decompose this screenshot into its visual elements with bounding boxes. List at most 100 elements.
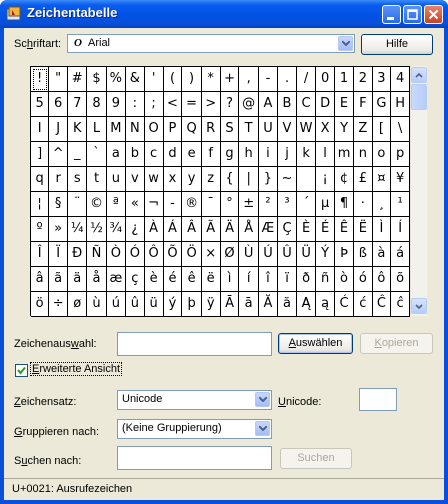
character-cell[interactable]: V xyxy=(277,116,297,142)
character-cell[interactable]: è xyxy=(144,266,164,292)
character-cell[interactable]: R xyxy=(201,116,221,142)
character-cell[interactable]: Ã xyxy=(201,216,221,242)
character-cell[interactable]: ö xyxy=(31,291,50,317)
character-cell[interactable]: À xyxy=(144,216,164,242)
character-cell[interactable]: · xyxy=(353,191,373,217)
group-dropdown-button[interactable] xyxy=(255,421,270,436)
character-cell[interactable]: ï xyxy=(277,266,297,292)
character-cell[interactable]: ô xyxy=(372,266,392,292)
character-cell[interactable]: ¡ xyxy=(315,166,335,192)
character-cell[interactable]: » xyxy=(48,216,69,242)
character-cell[interactable]: Ë xyxy=(353,216,373,242)
character-cell[interactable]: _ xyxy=(67,141,88,167)
advanced-view-checkbox[interactable] xyxy=(15,364,28,377)
character-cell[interactable]: à xyxy=(372,241,392,267)
character-cell[interactable]: } xyxy=(258,166,279,192)
character-cell[interactable]: ³ xyxy=(277,191,297,217)
character-cell[interactable]: r xyxy=(48,166,69,192)
character-cell[interactable]: § xyxy=(48,191,69,217)
character-cell[interactable]: g xyxy=(220,141,240,167)
character-cell[interactable]: × xyxy=(201,241,221,267)
character-cell[interactable]: Ā xyxy=(220,291,240,317)
character-cell[interactable]: ÷ xyxy=(48,291,69,317)
character-cell[interactable]: 6 xyxy=(48,91,69,117)
character-cell[interactable]: , xyxy=(238,67,259,92)
character-cell[interactable]: n xyxy=(353,141,373,167)
character-cell[interactable]: Á xyxy=(163,216,183,242)
character-cell[interactable]: t xyxy=(86,166,107,192)
character-cell[interactable]: î xyxy=(258,266,279,292)
character-cell[interactable]: á xyxy=(390,241,410,267)
character-cell[interactable]: Ñ xyxy=(86,241,107,267)
character-cell[interactable]: ä xyxy=(67,266,88,292)
character-cell[interactable]: º xyxy=(31,216,50,242)
character-cell[interactable]: Æ xyxy=(258,216,279,242)
select-button[interactable]: Auswählen xyxy=(278,333,353,354)
character-cell[interactable]: Ø xyxy=(220,241,240,267)
character-cell[interactable]: Ą xyxy=(296,291,317,317)
character-cell[interactable]: ² xyxy=(258,191,279,217)
character-cell[interactable]: ¼ xyxy=(67,216,88,242)
character-cell[interactable]: O xyxy=(144,116,164,142)
character-cell[interactable]: A xyxy=(258,91,279,117)
search-button[interactable]: Suchen xyxy=(280,448,352,469)
character-cell[interactable]: b xyxy=(125,141,145,167)
character-cell[interactable]: ¤ xyxy=(372,166,392,192)
character-cell[interactable]: = xyxy=(181,91,202,117)
character-cell[interactable]: . xyxy=(277,67,297,92)
character-cell[interactable]: Ï xyxy=(48,241,69,267)
character-cell[interactable]: é xyxy=(163,266,183,292)
character-cell[interactable]: v xyxy=(125,166,145,192)
vertical-scrollbar[interactable] xyxy=(410,66,427,316)
character-cell[interactable]: Õ xyxy=(163,241,183,267)
character-cell[interactable]: ( xyxy=(163,67,183,92)
character-cell[interactable]: û xyxy=(125,291,145,317)
character-cell[interactable]: : xyxy=(125,91,145,117)
character-cell[interactable]: | xyxy=(238,166,259,192)
character-cell[interactable]: ¨ xyxy=(67,191,88,217)
character-cell[interactable]: - xyxy=(163,191,183,217)
character-cell[interactable]: c xyxy=(144,141,164,167)
character-cell[interactable]: m xyxy=(334,141,355,167)
character-cell[interactable]: # xyxy=(67,67,88,92)
character-cell[interactable]: j xyxy=(277,141,297,167)
character-cell[interactable]: ð xyxy=(296,266,317,292)
character-cell[interactable]: ± xyxy=(238,191,259,217)
character-cell[interactable]: 0 xyxy=(315,67,335,92)
character-cell[interactable]: i xyxy=(258,141,279,167)
unicode-input[interactable] xyxy=(359,388,397,411)
character-cell[interactable]: Å xyxy=(238,216,259,242)
character-cell[interactable]: Þ xyxy=(334,241,355,267)
character-cell[interactable]: ¶ xyxy=(334,191,355,217)
character-cell[interactable]: ] xyxy=(31,141,50,167)
character-cell[interactable]: ç xyxy=(125,266,145,292)
character-cell[interactable]: u xyxy=(106,166,126,192)
character-cell[interactable]: Ĉ xyxy=(372,291,392,317)
character-cell[interactable]: 3 xyxy=(372,67,392,92)
character-cell[interactable]: D xyxy=(315,91,335,117)
character-cell[interactable]: Û xyxy=(277,241,297,267)
character-cell[interactable]: l xyxy=(315,141,335,167)
search-input[interactable] xyxy=(117,446,272,470)
charset-dropdown-button[interactable] xyxy=(255,392,270,407)
character-cell[interactable]: w xyxy=(144,166,164,192)
character-cell[interactable]: Ć xyxy=(334,291,355,317)
character-cell[interactable]: ĉ xyxy=(390,291,410,317)
scroll-down-button[interactable] xyxy=(411,298,427,314)
selection-input[interactable] xyxy=(117,332,272,356)
character-cell[interactable]: « xyxy=(125,191,145,217)
character-cell[interactable]: q xyxy=(31,166,50,192)
character-cell[interactable]: B xyxy=(277,91,297,117)
character-cell[interactable]: H xyxy=(390,91,410,117)
character-cell[interactable]: Ç xyxy=(277,216,297,242)
character-cell[interactable]: £ xyxy=(353,166,373,192)
character-cell[interactable]: ¦ xyxy=(31,191,50,217)
character-cell[interactable]: Z xyxy=(353,116,373,142)
character-cell[interactable]: 2 xyxy=(353,67,373,92)
character-cell[interactable]: 4 xyxy=(390,67,410,92)
character-cell[interactable]: ¥ xyxy=(390,166,410,192)
character-cell[interactable]: ` xyxy=(86,141,107,167)
character-cell[interactable]: ê xyxy=(181,266,202,292)
character-cell[interactable]: í xyxy=(238,266,259,292)
character-cell[interactable]: [ xyxy=(372,116,392,142)
